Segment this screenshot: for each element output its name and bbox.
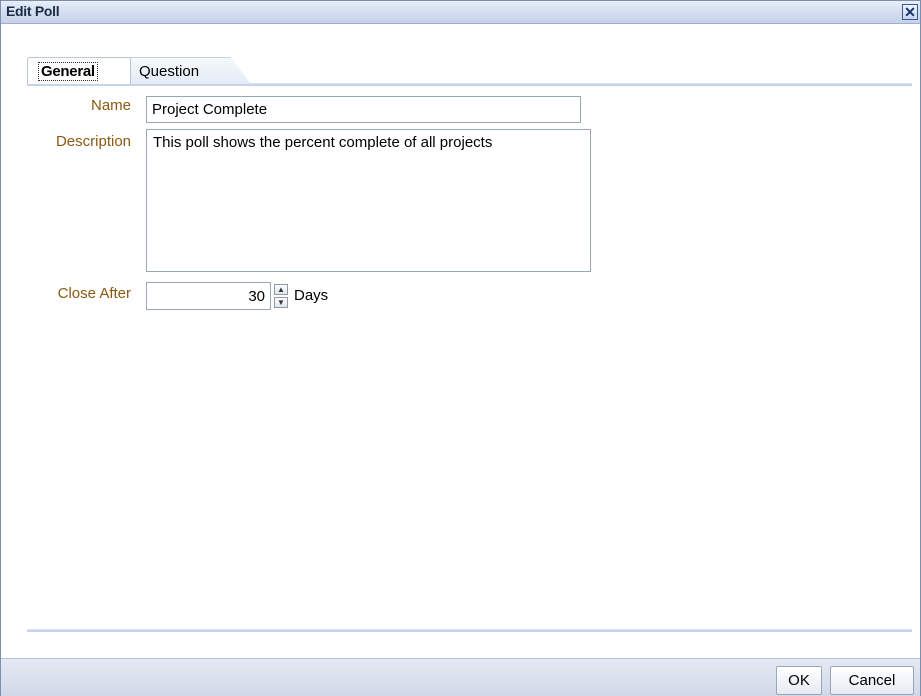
description-textarea[interactable]: This poll shows the percent complete of …	[146, 129, 591, 272]
tab-general-label: General	[38, 62, 98, 81]
close-after-spinner: ▲ ▼	[274, 284, 288, 308]
content-divider	[27, 629, 912, 632]
description-label: Description	[55, 133, 131, 150]
name-input[interactable]	[146, 96, 581, 123]
dialog-titlebar[interactable]: Edit Poll ✕	[1, 1, 920, 24]
chevron-down-icon[interactable]: ▼	[274, 297, 288, 308]
tab-question-label: Question	[139, 63, 200, 80]
days-unit-label: Days	[294, 287, 329, 304]
edit-poll-dialog: Edit Poll ✕ Question General Name Descri…	[0, 0, 921, 696]
close-icon[interactable]: ✕	[902, 4, 918, 20]
dialog-footer: OK Cancel	[1, 658, 920, 696]
tab-general[interactable]: General	[27, 57, 131, 84]
tab-question[interactable]: Question	[123, 57, 251, 84]
close-after-input[interactable]	[146, 282, 271, 310]
cancel-button[interactable]: Cancel	[830, 666, 914, 695]
ok-button[interactable]: OK	[776, 666, 822, 695]
tab-strip: Question General	[27, 57, 912, 86]
name-label: Name	[90, 97, 131, 114]
chevron-up-icon[interactable]: ▲	[274, 284, 288, 295]
dialog-title: Edit Poll	[6, 3, 60, 19]
close-after-label: Close After	[57, 285, 131, 302]
